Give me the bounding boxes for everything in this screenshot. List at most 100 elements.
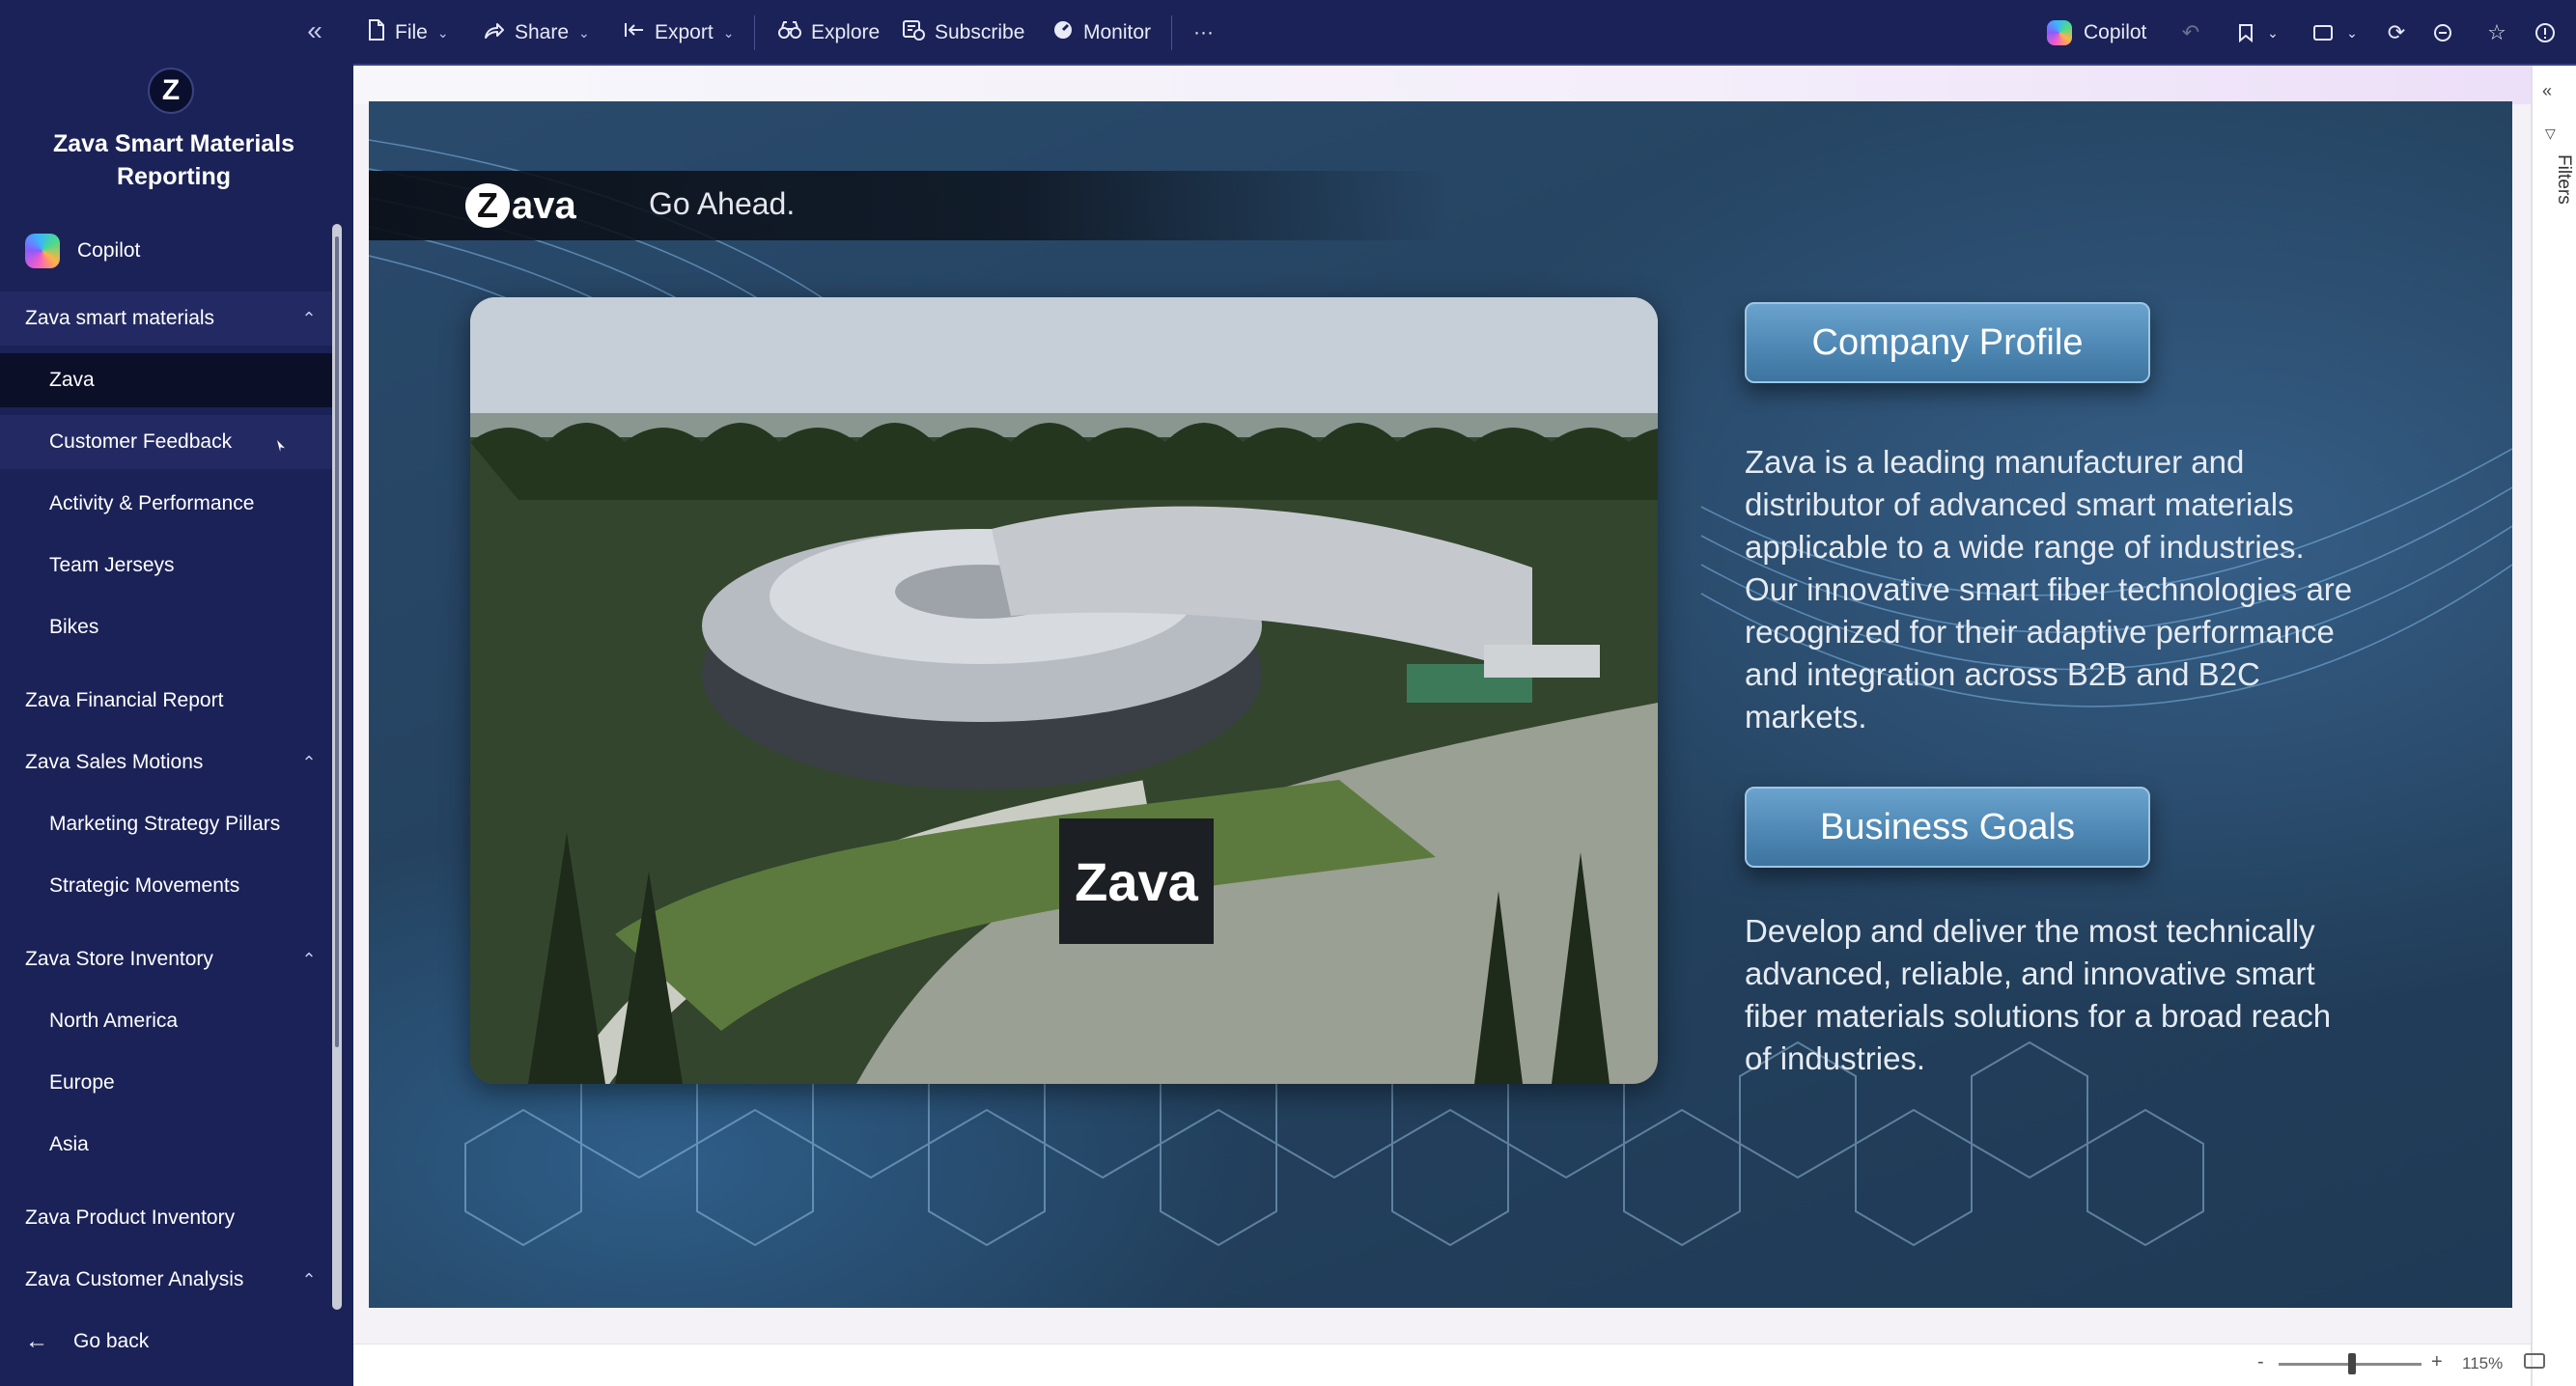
sidebar-item-label: Strategic Movements <box>49 874 240 897</box>
zoom-slider-thumb[interactable] <box>2348 1353 2356 1374</box>
chevron-down-icon: ⌄ <box>578 24 590 41</box>
refresh-icon[interactable]: ⟳ <box>2379 0 2414 66</box>
zoom-level: 115% <box>2462 1354 2504 1372</box>
copilot-icon <box>25 234 60 268</box>
monitor-button[interactable]: Monitor <box>1052 0 1151 66</box>
sidebar-section-zava-customer-analysis[interactable]: Zava Customer Analysis ⌃ <box>0 1253 332 1307</box>
sidebar: « Z Zava Smart Materials Reporting Copil… <box>0 0 353 1386</box>
top-toolbar: File ⌄ Share ⌄ Export ⌄ Explore Subscrib… <box>353 0 2576 66</box>
chevron-down-icon[interactable]: ⌄ <box>2342 0 2362 66</box>
fit-to-page-icon[interactable] <box>2524 1353 2545 1369</box>
headquarters-photo: Zava <box>470 297 1658 1084</box>
zava-logo-text: ava <box>512 183 576 227</box>
more-options-icon: ··· <box>1193 21 1214 43</box>
building-sign-text: Zava <box>1075 851 1198 912</box>
sidebar-section-label: Zava Sales Motions <box>25 751 204 773</box>
sidebar-section-zava-store-inventory[interactable]: Zava Store Inventory ⌃ <box>0 932 332 986</box>
subscribe-label: Subscribe <box>935 21 1025 43</box>
sidebar-section-label: Zava smart materials <box>25 307 215 329</box>
sidebar-item-label: Marketing Strategy Pillars <box>49 813 281 835</box>
sidebar-item-team-jerseys[interactable]: Team Jerseys <box>0 539 332 593</box>
zoom-out-button[interactable]: - <box>2257 1351 2264 1373</box>
binoculars-icon <box>778 20 801 45</box>
sidebar-section-label: Zava Product Inventory <box>25 1206 236 1229</box>
file-label: File <box>395 21 428 43</box>
sidebar-section-label: Zava Customer Analysis <box>25 1268 244 1290</box>
mouse-cursor-icon <box>277 440 285 452</box>
sidebar-section-zava-smart-materials[interactable]: Zava smart materials ⌃ <box>0 291 332 346</box>
copilot-label: Copilot <box>2084 21 2147 43</box>
chevron-up-icon[interactable]: ⌃ <box>299 950 319 969</box>
explore-label: Explore <box>811 21 881 43</box>
sidebar-item-label: Copilot <box>77 239 141 262</box>
zoom-in-button[interactable]: + <box>2431 1351 2443 1373</box>
company-profile-text: Zava is a leading manufacturer and distr… <box>1745 444 2353 735</box>
gauge-icon <box>1052 19 1074 46</box>
filter-icon[interactable]: ▽ <box>2545 125 2556 142</box>
undo-icon[interactable]: ↶ <box>2173 0 2208 66</box>
filters-pane-label[interactable]: Filters <box>2535 154 2574 222</box>
headquarters-illustration: Zava <box>470 297 1658 1084</box>
sidebar-section-zava-sales-motions[interactable]: Zava Sales Motions ⌃ <box>0 735 332 790</box>
sidebar-item-zava[interactable]: Zava <box>0 353 332 407</box>
company-profile-heading: Company Profile <box>1745 302 2150 383</box>
export-label: Export <box>655 21 714 43</box>
subscribe-button[interactable]: Subscribe <box>902 0 1024 66</box>
file-icon <box>368 19 385 46</box>
sidebar-section-zava-product-inventory[interactable]: Zava Product Inventory <box>0 1191 332 1245</box>
toolbar-divider <box>1171 15 1172 50</box>
export-menu[interactable]: Export ⌄ <box>624 0 734 66</box>
sidebar-section-zava-financial-report[interactable]: Zava Financial Report <box>0 674 332 728</box>
subscribe-icon <box>902 19 925 46</box>
sidebar-section-label: Zava Store Inventory <box>25 948 213 970</box>
status-bar <box>353 1344 2531 1386</box>
app-logo: Z <box>148 68 194 114</box>
filters-pane <box>2531 66 2576 1386</box>
favorite-icon[interactable]: ☆ <box>2479 0 2514 66</box>
info-icon[interactable] <box>2528 0 2562 66</box>
sidebar-item-label: North America <box>49 1010 179 1032</box>
sidebar-item-label: Zava <box>49 369 95 391</box>
sidebar-item-label: Bikes <box>49 616 99 638</box>
sidebar-item-copilot[interactable]: Copilot <box>0 224 332 278</box>
sidebar-item-marketing-strategy-pillars[interactable]: Marketing Strategy Pillars <box>0 797 332 851</box>
copilot-icon <box>2047 20 2072 45</box>
chevron-down-icon[interactable]: ⌄ <box>2263 0 2282 66</box>
bookmark-icon[interactable] <box>2228 0 2263 66</box>
sidebar-item-customer-feedback[interactable]: Customer Feedback <box>0 415 332 469</box>
sidebar-item-europe[interactable]: Europe <box>0 1056 332 1110</box>
sidebar-item-north-america[interactable]: North America <box>0 994 332 1048</box>
sidebar-item-label: Asia <box>49 1133 89 1155</box>
share-menu[interactable]: Share ⌄ <box>484 0 590 66</box>
sidebar-item-asia[interactable]: Asia <box>0 1118 332 1172</box>
explore-button[interactable]: Explore <box>778 0 880 66</box>
share-label: Share <box>515 21 570 43</box>
copilot-button[interactable]: Copilot <box>2047 0 2146 66</box>
chevron-up-icon[interactable]: ⌃ <box>299 309 319 328</box>
go-back-label: Go back <box>73 1330 150 1352</box>
file-menu[interactable]: File ⌄ <box>368 0 449 66</box>
sidebar-item-bikes[interactable]: Bikes <box>0 600 332 654</box>
chevron-up-icon[interactable]: ⌃ <box>299 753 319 772</box>
chevron-up-icon[interactable]: ⌃ <box>299 1270 319 1289</box>
report-page: Z ava Go Ahead. Zava Company Profile Zav… <box>369 101 2512 1308</box>
chevron-down-icon: ⌄ <box>722 24 735 41</box>
monitor-label: Monitor <box>1083 21 1152 43</box>
export-icon <box>624 21 645 44</box>
expand-filters-icon[interactable]: « <box>2542 81 2552 101</box>
collapse-sidebar-icon[interactable]: « <box>301 17 328 44</box>
sidebar-item-strategic-movements[interactable]: Strategic Movements <box>0 859 332 913</box>
sidebar-scrollbar-thumb[interactable] <box>335 236 339 1047</box>
arrow-left-icon: ← <box>25 1328 48 1354</box>
sidebar-item-activity-performance[interactable]: Activity & Performance <box>0 477 332 531</box>
comment-icon[interactable] <box>2425 0 2460 66</box>
sidebar-item-label: Customer Feedback <box>49 430 233 453</box>
share-icon <box>484 20 505 45</box>
zava-logo: Z ava <box>465 180 593 231</box>
sidebar-item-label: Team Jerseys <box>49 554 175 576</box>
toolbar-divider <box>754 15 755 50</box>
view-icon[interactable] <box>2306 0 2340 66</box>
sidebar-item-label: Activity & Performance <box>49 492 255 514</box>
more-options-button[interactable]: ··· <box>1193 0 1214 66</box>
go-back-button[interactable]: ← Go back <box>25 1315 149 1369</box>
